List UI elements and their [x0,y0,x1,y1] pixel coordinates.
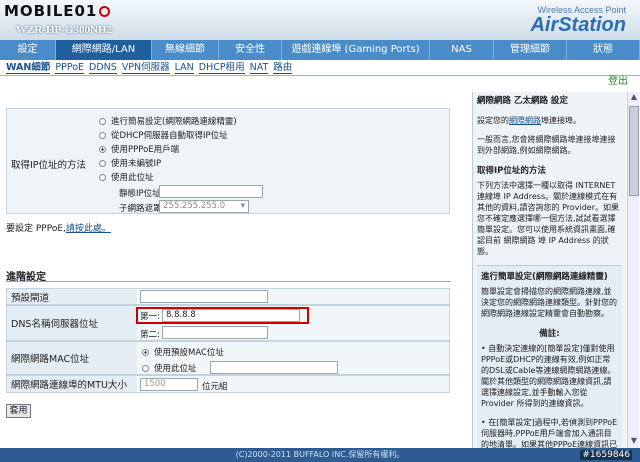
subnav-item-4[interactable]: LAN [174,62,194,74]
static-ip-label: 靜態IP位址 [119,189,161,199]
subnav-item-5[interactable]: DHCP租用 [198,62,245,74]
nav-tab-2[interactable]: 無線細節 [152,40,219,60]
apply-button[interactable]: 套用 [6,404,31,418]
help-heading: 進行簡單設定(網際網路連線精靈) [481,272,608,282]
nav-tab-4[interactable]: 遊戲連線埠 (Gaming Ports) [282,40,430,60]
radio-unnumbered-ip[interactable]: 使用未編號IP [99,157,161,169]
dns-secondary-label: 第二: [140,330,160,340]
gateway-input[interactable] [140,290,268,303]
radio-dhcp[interactable]: 從DHCP伺服器自動取得IP位址 [99,129,228,141]
radio-easy-setup[interactable]: 進行簡易設定(網際網路連線精靈) [99,115,237,127]
mac-label: 網際網路MAC位址 [7,342,137,374]
help-box: 進行簡單設定(網際網路連線精靈) 簡單設定會掃描您的網際網路連線,並決定您的網際… [477,265,622,448]
nav-tab-3[interactable]: 安全性 [219,40,282,60]
radio-custom-mac[interactable]: 使用此位址 [142,362,197,374]
divider [6,281,451,282]
sub-nav: WAN細節 PPPoE DDNS VPN伺服器 LAN DHCP租用 NAT 路由 [0,60,640,76]
logo-text: MOBILE01 [4,2,98,20]
nav-tab-7[interactable]: 狀態 [567,40,640,60]
subnet-mask-label: 子網路遮罩 [119,204,162,214]
help-panel: 網際網路 乙太網路 設定 設定您的網際網路埠連接埠。 一般而言,您會將網際網路埠… [472,92,626,448]
logo-icon [99,6,111,17]
subnav-item-2[interactable]: DDNS [89,62,117,74]
subnav-item-6[interactable]: NAT [249,62,269,74]
logo: MOBILE01 [4,2,111,20]
dns-row: DNS名稱伺服器位址 第一: 8.8.8.8 第二: [6,305,450,341]
main-nav: 設定 網際網路/LAN 無線細節 安全性 遊戲連線埠 (Gaming Ports) NAS… [0,40,640,60]
help-note-heading: 備註: [539,329,560,339]
nav-tab-6[interactable]: 管理細節 [494,40,567,60]
help-link-internet[interactable]: 網際網路 [509,116,541,125]
help-scrollbar[interactable]: ▲ ▼ [627,92,639,448]
pppoe-note: 要設定 PPPoE,請按此處。 [6,224,111,234]
help-paragraph: 一般而言,您會將網際網路埠連接埠連接到外部網路,例如網際網路。 [477,135,616,155]
scroll-down-icon[interactable]: ▼ [628,436,640,448]
subnet-mask-select[interactable]: 255.255.255.0 ▾ [159,200,249,213]
nav-tab-0[interactable]: 設定 [0,40,56,60]
help-heading: 取得IP位址的方法 [477,166,546,176]
mac-row: 網際網路MAC位址 使用預設MAC位址 使用此位址 [6,341,450,375]
gateway-label: 預設閘道 [7,289,137,304]
gateway-row: 預設閘道 [6,288,450,305]
subnav-item-1[interactable]: PPPoE [55,62,85,74]
scroll-thumb[interactable] [629,106,639,196]
dns-secondary-input[interactable] [162,326,268,339]
mtu-row: 網際網路連線埠的MTU大小 1500 位元組 [6,375,450,393]
help-paragraph: 簡單設定會掃描您的網際網路連線,並決定您的網際網路連線類型。針對您的網際網路連線… [481,287,617,318]
help-bullet: • 在[簡單設定]過程中,若偵測到PPPoE伺服器時,PPPoE用戶端會加入通訊… [481,418,618,448]
app-header: MOBILE01 WZR-HP-G300NH2 Wireless Access … [0,0,640,40]
help-intro: 設定您的網際網路埠連接埠。 [477,116,581,125]
dns-label: DNS名稱伺服器位址 [7,306,137,340]
radio-default-mac[interactable]: 使用預設MAC位址 [142,346,224,358]
mtu-input[interactable]: 1500 [140,378,198,391]
radio-static-ip[interactable]: 使用此位址 [99,171,154,183]
mtu-unit: 位元組 [202,382,228,392]
logout-link[interactable]: 登出 [608,72,628,87]
mtu-label: 網際網路連線埠的MTU大小 [7,376,137,392]
help-bullet: • 自動決定連線的[簡單設定]僅對使用PPPoE或DHCP的連線有效,例如正常的… [481,344,616,408]
ip-method-section: 取得IP位址的方法 進行簡易設定(網際網路連線精靈) 從DHCP伺服器自動取得I… [6,108,450,214]
static-ip-input[interactable] [159,185,263,198]
brand-name: AirStation [530,14,626,36]
model-name: WZR-HP-G300NH2 [16,24,112,36]
watermark: #1659846 [580,450,632,460]
help-title: 網際網路 乙太網路 設定 [477,96,568,106]
radio-pppoe[interactable]: 使用PPPoE用戶端 [99,143,179,155]
nav-tab-1[interactable]: 網際網路/LAN [56,40,152,60]
subnav-item-3[interactable]: VPN伺服器 [121,62,170,74]
subnav-item-7[interactable]: 路由 [273,62,293,74]
dns-primary-label: 第一: [140,312,160,322]
footer: (C)2000-2011 BUFFALO INC.保留所有權利。 [0,448,640,462]
custom-mac-input[interactable] [210,361,338,374]
chevron-down-icon: ▾ [240,201,245,211]
ip-method-label: 取得IP位址的方法 [11,160,87,171]
pppoe-setup-link[interactable]: 請按此處。 [66,224,111,234]
help-paragraph: 下列方法中選擇一種以取得 INTERNET 連線埠 IP Address。關於連… [477,181,620,256]
dns-primary-input[interactable]: 8.8.8.8 [162,309,300,322]
nav-tab-5[interactable]: NAS [430,40,494,60]
subnav-item-0[interactable]: WAN細節 [6,62,51,74]
scroll-up-icon[interactable]: ▲ [628,92,640,104]
